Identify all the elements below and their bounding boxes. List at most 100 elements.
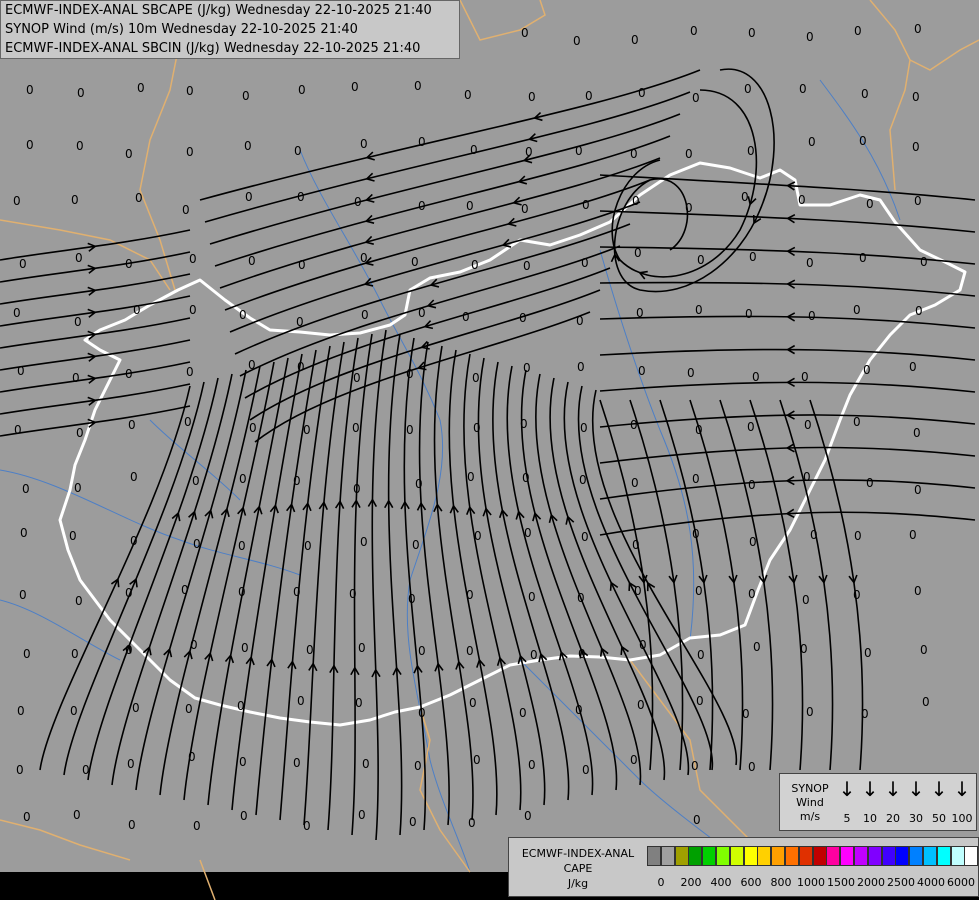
station-value-label: 0 [406,367,414,381]
station-value-label: 0 [630,753,638,767]
weather-map[interactable]: 0 0 0 0 0 0 0 0 0 0 0 0 0 0 0 0 0 0 0 0 0 0 0 0 0 0 0 0 0 0 0 0 0 0 0 0 0 0 0 0… [0,0,979,900]
synop-speed-label: 20 [886,812,900,825]
station-value-label: 0 [303,819,311,833]
station-value-label: 0 [293,756,301,770]
station-value-label: 0 [303,423,311,437]
station-value-label: 0 [853,415,861,429]
station-value-label: 0 [237,699,245,713]
station-value-label: 0 [241,641,249,655]
station-value-label: 0 [581,530,589,544]
synop-speed-label: 30 [909,812,923,825]
station-value-label: 0 [528,90,536,104]
station-value-label: 0 [866,476,874,490]
station-value-label: 0 [748,478,756,492]
station-value-label: 0 [76,139,84,153]
station-value-label: 0 [864,646,872,660]
cape-tick-label: 2500 [887,876,915,889]
station-value-label: 0 [474,529,482,543]
station-value-label: 0 [638,86,646,100]
station-value-label: 0 [912,140,920,154]
station-value-label: 0 [472,371,480,385]
station-value-label: 0 [581,256,589,270]
station-value-label: 0 [186,145,194,159]
cape-color-swatch [895,846,910,866]
station-value-label: 0 [69,529,77,543]
wind-arrow-icon: ↓ [907,777,925,801]
station-value-label: 0 [861,707,869,721]
station-value-label: 0 [128,418,136,432]
station-value-label: 0 [909,360,917,374]
station-value-label: 0 [530,648,538,662]
station-value-label: 0 [697,648,705,662]
station-value-label: 0 [920,255,928,269]
station-value-label: 0 [184,415,192,429]
station-value-label: 0 [297,360,305,374]
station-value-label: 0 [525,145,533,159]
station-value-label: 0 [748,760,756,774]
station-value-label: 0 [414,759,422,773]
cape-color-swatch [702,846,717,866]
station-value-label: 0 [406,423,414,437]
station-value-label: 0 [82,763,90,777]
station-value-label: 0 [803,470,811,484]
cape-color-legend: ECMWF-INDEX-ANAL CAPE J/kg 0 200 400 600 800… [508,837,979,897]
station-value-label: 0 [189,252,197,266]
station-value-label: 0 [76,426,84,440]
station-value-label: 0 [297,694,305,708]
station-value-label: 0 [418,644,426,658]
station-value-label: 0 [132,701,140,715]
station-value-label: 0 [349,587,357,601]
station-value-label: 0 [577,360,585,374]
station-value-label: 0 [239,308,247,322]
cape-color-swatch [674,846,689,866]
synop-legend-title: SYNOP Wind m/s [791,782,829,823]
cape-color-swatch [688,846,703,866]
station-value-label: 0 [181,583,189,597]
station-value-label: 0 [13,194,21,208]
station-value-label: 0 [360,137,368,151]
station-value-label: 0 [634,246,642,260]
station-value-label: 0 [361,308,369,322]
station-value-label: 0 [245,190,253,204]
station-value-label: 0 [695,303,703,317]
station-value-label: 0 [631,476,639,490]
station-value-label: 0 [810,528,818,542]
station-value-label: 0 [575,144,583,158]
station-value-label: 0 [133,303,141,317]
station-value-label: 0 [914,194,922,208]
station-value-label: 0 [634,584,642,598]
station-value-label: 0 [298,258,306,272]
station-value-label: 0 [304,539,312,553]
station-value-label: 0 [418,199,426,213]
station-value-label: 0 [748,587,756,601]
station-value-label: 0 [244,139,252,153]
cape-tick-label: 4000 [917,876,945,889]
station-value-label: 0 [521,26,529,40]
station-value-label: 0 [630,418,638,432]
station-value-label: 0 [747,420,755,434]
synop-speed-label: 50 [932,812,946,825]
station-value-label: 0 [800,642,808,656]
station-value-label: 0 [72,371,80,385]
cape-color-swatch [854,846,868,866]
cape-color-swatch [881,846,896,866]
station-value-label: 0 [408,592,416,606]
station-value-label: 0 [692,472,700,486]
station-value-label: 0 [466,644,474,658]
station-value-label: 0 [297,190,305,204]
cape-tick-label: 600 [740,876,762,889]
cape-tick-label: 200 [680,876,702,889]
station-value-label: 0 [473,753,481,767]
station-value-label: 0 [415,477,423,491]
station-value-label: 0 [695,423,703,437]
station-value-label: 0 [863,363,871,377]
station-value-label: 0 [469,696,477,710]
station-value-label: 0 [186,84,194,98]
cape-color-swatch [771,846,786,866]
station-value-label: 0 [854,24,862,38]
station-value-label: 0 [75,251,83,265]
station-value-label: 0 [293,474,301,488]
station-value-label: 0 [466,588,474,602]
station-value-label: 0 [471,258,479,272]
station-value-label: 0 [747,144,755,158]
